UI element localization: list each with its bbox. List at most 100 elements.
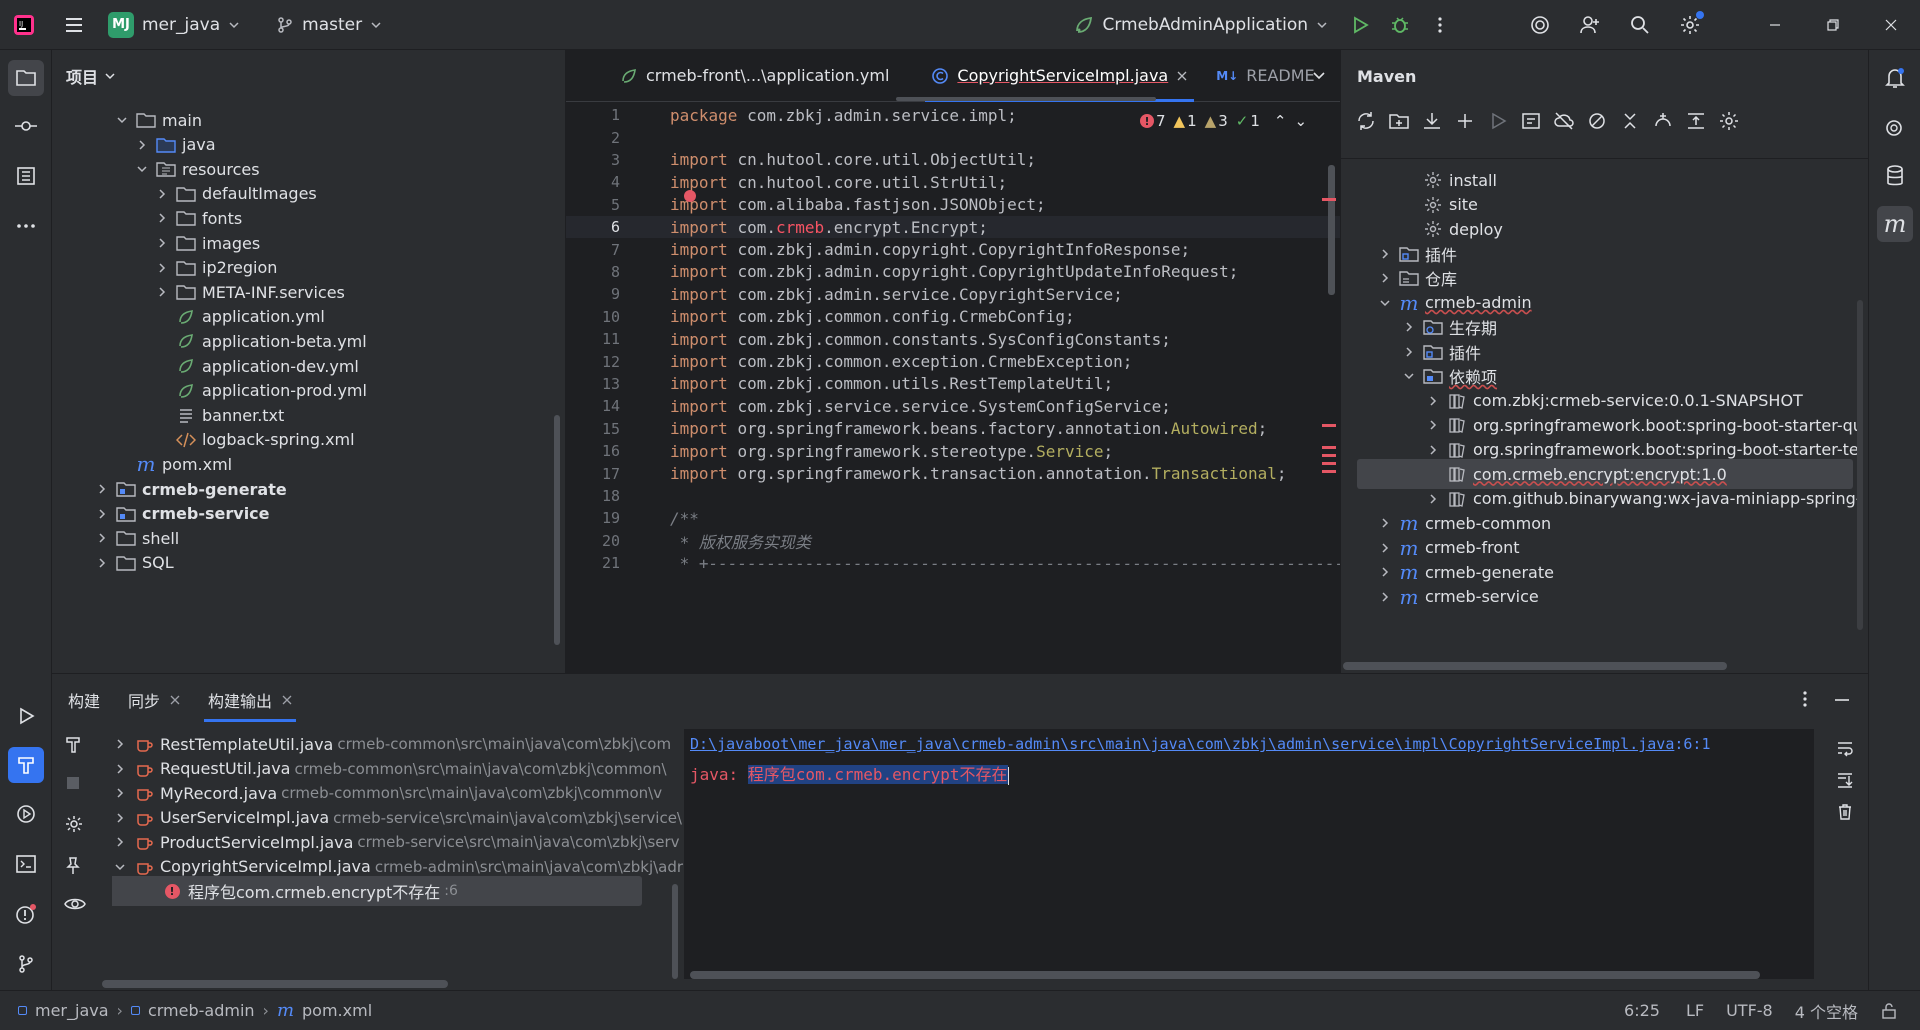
show-dependencies-icon[interactable]: [1652, 110, 1674, 132]
execute-goal-icon[interactable]: [1520, 110, 1542, 132]
code-line[interactable]: 6 import com.crmeb.encrypt.Encrypt;: [566, 216, 1340, 239]
chevron-right-icon[interactable]: [112, 810, 128, 826]
chevron-up-icon[interactable]: ⌃: [1274, 112, 1287, 130]
app-logo-icon[interactable]: IJ: [4, 5, 44, 45]
problems-tool-icon[interactable]: [8, 896, 44, 932]
crumb-module[interactable]: crmeb-admin: [148, 1001, 255, 1020]
add-icon[interactable]: [1454, 110, 1476, 132]
code-line[interactable]: 10 import com.zbkj.common.config.CrmebCon…: [566, 306, 1340, 328]
offline-mode-icon[interactable]: [1553, 110, 1575, 132]
code-line[interactable]: 5 import com.alibaba.fastjson.JSONObject;: [566, 189, 1340, 216]
chevron-right-icon[interactable]: [1401, 344, 1417, 360]
build-output-console[interactable]: D:\javaboot\mer_java\mer_java\crmeb-admi…: [684, 729, 1814, 979]
tab-application-yml[interactable]: crmeb-front\...\application.yml: [606, 50, 903, 102]
git-tool-icon[interactable]: [8, 946, 44, 982]
chevron-right-icon[interactable]: [94, 530, 110, 546]
more-options-icon[interactable]: [1802, 690, 1808, 708]
chevron-down-icon[interactable]: ⌄: [1294, 112, 1307, 130]
chevron-right-icon[interactable]: [94, 481, 110, 497]
build-tree-h-scrollbar[interactable]: [102, 980, 448, 988]
reload-icon[interactable]: [1355, 110, 1377, 132]
output-h-scrollbar[interactable]: [690, 971, 1760, 979]
search-icon[interactable]: [1620, 5, 1660, 45]
project-panel-header[interactable]: 项目: [52, 50, 565, 102]
chevron-down-icon[interactable]: [1377, 295, 1393, 311]
notifications-icon[interactable]: [1877, 60, 1913, 96]
more-tools-icon[interactable]: [8, 208, 44, 244]
close-tab-icon[interactable]: [1176, 70, 1188, 82]
chevron-right-icon[interactable]: [112, 834, 128, 850]
branch-selector[interactable]: master: [276, 15, 382, 35]
restore-icon[interactable]: [1804, 5, 1862, 45]
error-gutter-icon[interactable]: [684, 189, 696, 202]
tab-sync[interactable]: 同步: [114, 674, 194, 726]
chevron-right-icon[interactable]: [112, 736, 128, 752]
code-line[interactable]: 13 import com.zbkj.common.utils.RestTempl…: [566, 373, 1340, 395]
chevron-down-icon[interactable]: [112, 859, 128, 875]
collapse-all-icon[interactable]: [1619, 110, 1641, 132]
code-line[interactable]: 3 import cn.hutool.core.util.ObjectUtil;: [566, 149, 1340, 171]
chevron-right-icon[interactable]: [1401, 319, 1417, 335]
code-area[interactable]: 1 package com.zbkj.admin.service.impl; 2 3 i…: [566, 102, 1340, 673]
run-tool-icon[interactable]: [8, 698, 44, 734]
services-tool-icon[interactable]: [8, 796, 44, 832]
inspection-widget[interactable]: ! 7 ▲ 1 ▲ 3 ✓ 1 ⌃ ⌄: [1136, 110, 1312, 132]
code-line[interactable]: 20 * 版权服务实现类: [566, 530, 1340, 552]
tab-build-output[interactable]: 构建输出: [194, 674, 306, 726]
code-line[interactable]: 8 import com.zbkj.admin.copyright.Copyrig…: [566, 261, 1340, 283]
line-separator[interactable]: LF: [1686, 1001, 1704, 1020]
indent-setting[interactable]: 4 个空格: [1795, 999, 1858, 1023]
build-error-row[interactable]: ! 程序包com.crmeb.encrypt不存在:6: [112, 876, 642, 906]
expand-all-icon[interactable]: [1685, 110, 1707, 132]
chevron-right-icon[interactable]: [154, 284, 170, 300]
output-error-message[interactable]: 程序包com.crmeb.encrypt不存在: [747, 765, 1008, 784]
tab-readme[interactable]: M↓ README: [1202, 50, 1328, 102]
maven-tree-row[interactable]: m crmeb-service: [1377, 582, 1539, 612]
add-user-icon[interactable]: [1570, 5, 1610, 45]
caret-position[interactable]: 6:25: [1624, 1001, 1660, 1020]
code-line[interactable]: 16 import org.springframework.stereotype.…: [566, 440, 1340, 462]
chevron-right-icon[interactable]: [1377, 270, 1393, 286]
stop-icon[interactable]: [64, 774, 92, 814]
tabs-dropdown-icon[interactable]: [1312, 68, 1326, 82]
commit-tool-icon[interactable]: [8, 108, 44, 144]
minimize-icon[interactable]: [1746, 5, 1804, 45]
add-folder-icon[interactable]: [1388, 110, 1410, 132]
code-line[interactable]: 18: [566, 485, 1340, 507]
close-tab-icon[interactable]: [282, 695, 292, 705]
chevron-right-icon[interactable]: [1425, 417, 1441, 433]
run-config-selector[interactable]: CrmebAdminApplication: [1074, 15, 1328, 35]
chevron-right-icon[interactable]: [1425, 491, 1441, 507]
build-tree-divider[interactable]: [672, 884, 678, 979]
ai-assistant-icon[interactable]: [1520, 5, 1560, 45]
terminal-tool-icon[interactable]: [8, 846, 44, 882]
chevron-right-icon[interactable]: [112, 785, 128, 801]
scroll-to-end-icon[interactable]: [1836, 771, 1860, 803]
chevron-right-icon[interactable]: [1377, 515, 1393, 531]
chevron-right-icon[interactable]: [1425, 442, 1441, 458]
tab-copyright-service-impl[interactable]: CopyrightServiceImpl.java: [917, 50, 1202, 102]
chevron-right-icon[interactable]: [154, 260, 170, 276]
maven-settings-icon[interactable]: [1718, 110, 1740, 132]
output-file-link[interactable]: D:\javaboot\mer_java\mer_java\crmeb-admi…: [690, 735, 1674, 753]
structure-tool-icon[interactable]: [8, 158, 44, 194]
skip-tests-icon[interactable]: [1586, 110, 1608, 132]
chevron-right-icon[interactable]: [94, 555, 110, 571]
code-line[interactable]: 4 import cn.hutool.core.util.StrUtil;: [566, 171, 1340, 193]
project-tool-icon[interactable]: [8, 60, 44, 96]
code-line[interactable]: 14 import com.zbkj.service.service.System…: [566, 395, 1340, 417]
debug-icon[interactable]: [1380, 5, 1420, 45]
pin-icon[interactable]: [64, 856, 92, 896]
build-tool-icon[interactable]: [8, 747, 44, 783]
chevron-right-icon[interactable]: [1377, 564, 1393, 580]
chevron-right-icon[interactable]: [1377, 246, 1393, 262]
chevron-right-icon[interactable]: [154, 186, 170, 202]
code-line[interactable]: 11 import com.zbkj.common.constants.SysCo…: [566, 328, 1340, 350]
chevron-down-icon[interactable]: [114, 112, 130, 128]
code-line[interactable]: 21 * +----------------------------------…: [566, 552, 1340, 574]
code-line[interactable]: 9 import com.zbkj.admin.service.Copyright…: [566, 283, 1340, 305]
project-tree-row[interactable]: SQL: [94, 548, 174, 578]
chevron-right-icon[interactable]: [134, 137, 150, 153]
file-encoding[interactable]: UTF-8: [1726, 1001, 1773, 1020]
run-icon[interactable]: [1340, 5, 1380, 45]
